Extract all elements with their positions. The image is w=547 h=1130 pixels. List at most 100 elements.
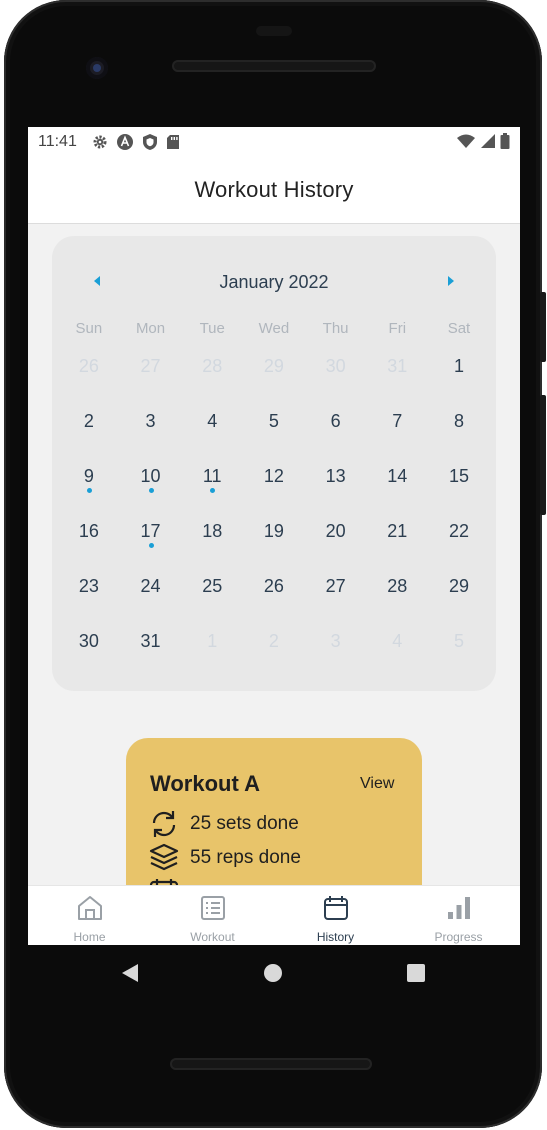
calendar-month-label: January 2022 xyxy=(219,272,329,292)
calendar-day[interactable]: 7 xyxy=(366,411,428,466)
calendar-day-number: 26 xyxy=(78,356,99,376)
view-workout-button[interactable]: View xyxy=(360,775,394,793)
status-time: 11:41 xyxy=(38,133,77,150)
tab-workout[interactable]: Workout xyxy=(151,886,274,945)
app-header: Workout History xyxy=(28,157,520,224)
calendar-day[interactable]: 1 xyxy=(428,356,490,411)
workout-dot-indicator xyxy=(210,488,216,493)
calendar-day[interactable]: 28 xyxy=(181,356,243,411)
a-icon xyxy=(117,134,133,150)
calendar-day-number: 31 xyxy=(140,631,161,651)
app-screen: 11:41 Workout History January 2022 Sun M… xyxy=(28,127,520,945)
calendar-day-number: 8 xyxy=(453,411,464,431)
calendar-day[interactable]: 9 xyxy=(58,466,120,521)
sets-stat: 25 sets done xyxy=(148,808,299,840)
calendar-day[interactable]: 27 xyxy=(305,576,367,631)
calendar-day-number: 1 xyxy=(207,631,218,651)
calendar-day-number: 3 xyxy=(330,631,341,651)
refresh-icon xyxy=(152,811,176,837)
calendar-day[interactable]: 17 xyxy=(120,521,182,576)
calendar-day-number: 25 xyxy=(202,576,223,596)
tab-bar: Home Workout History Progress xyxy=(28,885,520,945)
wifi-icon xyxy=(457,134,475,148)
calendar-day-number: 11 xyxy=(202,466,222,486)
calendar-day[interactable]: 3 xyxy=(120,411,182,466)
calendar-day-number: 18 xyxy=(202,521,223,541)
calendar-day[interactable]: 4 xyxy=(181,411,243,466)
calendar-day-number: 5 xyxy=(453,631,464,651)
back-icon[interactable] xyxy=(120,963,140,983)
calendar-day[interactable]: 4 xyxy=(366,631,428,686)
chevron-right-icon[interactable] xyxy=(444,274,458,288)
calendar-day[interactable]: 23 xyxy=(58,576,120,631)
calendar-day-number: 7 xyxy=(392,411,403,431)
tab-progress-label: Progress xyxy=(434,930,483,944)
calendar-day-number: 16 xyxy=(78,521,99,541)
home-icon xyxy=(78,896,102,920)
calendar-day[interactable]: 10 xyxy=(120,466,182,521)
calendar-day[interactable]: 30 xyxy=(58,631,120,686)
calendar-day[interactable]: 20 xyxy=(305,521,367,576)
calendar-day[interactable]: 3 xyxy=(305,631,367,686)
phone-frame: 11:41 Workout History January 2022 Sun M… xyxy=(0,0,547,1130)
calendar-day[interactable]: 29 xyxy=(428,576,490,631)
calendar-day[interactable]: 11 xyxy=(181,466,243,521)
calendar-day[interactable]: 31 xyxy=(366,356,428,411)
calendar-day-number: 28 xyxy=(387,576,408,596)
calendar-day[interactable]: 21 xyxy=(366,521,428,576)
calendar-day-number: 13 xyxy=(325,466,346,486)
tab-home[interactable]: Home xyxy=(28,886,151,945)
calendar-day[interactable]: 6 xyxy=(305,411,367,466)
calendar-day-number: 20 xyxy=(325,521,346,541)
bar-chart-icon xyxy=(448,897,470,919)
calendar-day[interactable]: 28 xyxy=(366,576,428,631)
calendar-day-number: 29 xyxy=(448,576,469,596)
calendar-day[interactable]: 26 xyxy=(58,356,120,411)
calendar-day-number: 31 xyxy=(387,356,408,376)
calendar-day[interactable]: 22 xyxy=(428,521,490,576)
recents-square-icon[interactable] xyxy=(407,964,425,982)
tab-progress[interactable]: Progress xyxy=(397,886,520,945)
calendar-day[interactable]: 30 xyxy=(305,356,367,411)
calendar-day[interactable]: 29 xyxy=(243,356,305,411)
calendar-day[interactable]: 2 xyxy=(58,411,120,466)
calendar-day[interactable]: 18 xyxy=(181,521,243,576)
calendar-day[interactable]: 19 xyxy=(243,521,305,576)
calendar-day-number: 17 xyxy=(140,521,161,541)
workout-dot-indicator xyxy=(86,488,92,493)
workout-dot-indicator xyxy=(148,543,154,548)
calendar-day[interactable]: 5 xyxy=(428,631,490,686)
tab-home-label: Home xyxy=(73,930,106,944)
home-circle-icon[interactable] xyxy=(264,964,282,982)
calendar-day[interactable]: 25 xyxy=(181,576,243,631)
calendar-day-number: 28 xyxy=(202,356,223,376)
sd-card-icon xyxy=(167,135,179,149)
calendar-day[interactable]: 16 xyxy=(58,521,120,576)
calendar-day-number: 27 xyxy=(140,356,161,376)
calendar-day[interactable]: 13 xyxy=(305,466,367,521)
calendar: January 2022 Sun Mon Tue Wed Thu Fri Sat 26 27 2… xyxy=(52,236,496,691)
calendar-day[interactable]: 31 xyxy=(120,631,182,686)
tab-history[interactable]: History xyxy=(274,886,397,945)
calendar-day-number: 12 xyxy=(263,466,284,486)
gear-icon xyxy=(93,135,107,149)
calendar-days-grid: 26 27 28 29 30 31 1 2 3 4 5 6 7 8 9 10 11 12 13 14 15 16 17 18 1… xyxy=(58,356,490,686)
calendar-day[interactable]: 8 xyxy=(428,411,490,466)
volume-button xyxy=(540,395,546,515)
calendar-day[interactable]: 15 xyxy=(428,466,490,521)
calendar-day[interactable]: 12 xyxy=(243,466,305,521)
calendar-day[interactable]: 24 xyxy=(120,576,182,631)
calendar-day-number: 4 xyxy=(207,411,218,431)
status-bar: 11:41 xyxy=(28,127,520,157)
weekday-label: Wed xyxy=(258,320,290,337)
calendar-day[interactable]: 5 xyxy=(243,411,305,466)
calendar-day-number: 10 xyxy=(140,466,161,486)
calendar-day-number: 22 xyxy=(448,521,469,541)
calendar-day[interactable]: 2 xyxy=(243,631,305,686)
calendar-day-number: 9 xyxy=(83,466,94,486)
calendar-day[interactable]: 14 xyxy=(366,466,428,521)
calendar-day[interactable]: 26 xyxy=(243,576,305,631)
calendar-icon xyxy=(324,896,348,920)
calendar-day[interactable]: 1 xyxy=(181,631,243,686)
calendar-day[interactable]: 27 xyxy=(120,356,182,411)
